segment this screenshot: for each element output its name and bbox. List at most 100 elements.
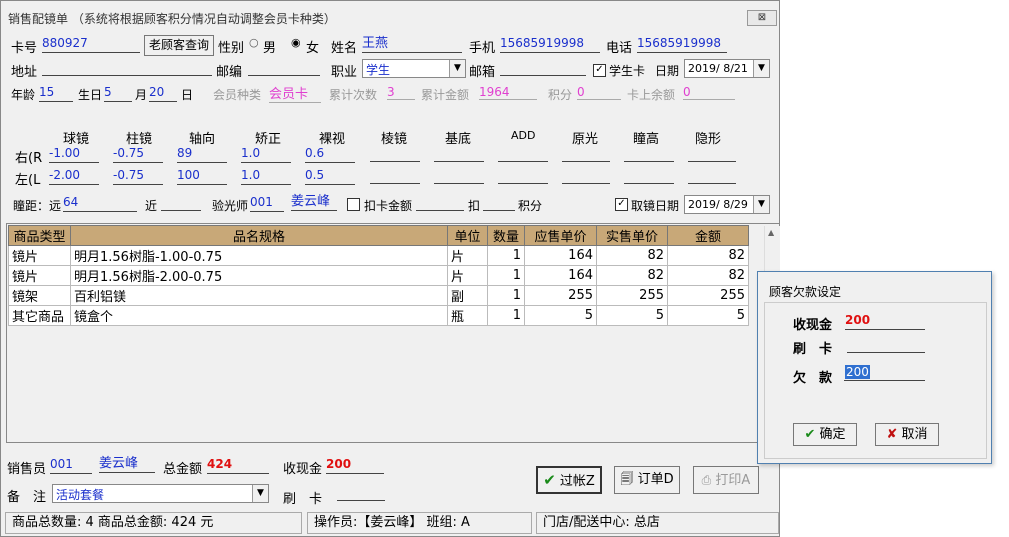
col-name[interactable]: 品名规格 — [70, 225, 448, 246]
table-cell[interactable]: 副 — [447, 285, 488, 306]
optometrist-name-field[interactable]: 姜云峰 — [291, 194, 337, 211]
right-base-field[interactable] — [434, 147, 484, 162]
card-pay-field[interactable] — [337, 486, 385, 501]
table-cell[interactable]: 255 — [667, 285, 749, 306]
col-qty[interactable]: 数量 — [487, 225, 525, 246]
table-row[interactable]: 镜片 明月1.56树脂-1.00-0.75 片 1 164 82 82 — [8, 245, 749, 266]
chevron-down-icon[interactable]: ▼ — [449, 60, 465, 77]
table-cell[interactable]: 瓶 — [447, 305, 488, 326]
left-contact-field[interactable] — [688, 169, 736, 184]
right-axis-field[interactable]: 89 — [177, 146, 227, 163]
card-no-field[interactable]: 880927 — [42, 36, 140, 53]
dialog-card-field[interactable] — [847, 338, 925, 353]
email-field[interactable] — [500, 61, 586, 76]
table-cell[interactable]: 镜盒个 — [70, 305, 448, 326]
chevron-down-icon[interactable]: ▼ — [252, 485, 268, 502]
scroll-up-icon[interactable]: ▲ — [768, 228, 774, 237]
right-prism-field[interactable] — [370, 147, 420, 162]
table-cell[interactable]: 82 — [596, 265, 668, 286]
right-pupil-height-field[interactable] — [624, 147, 674, 162]
table-cell[interactable]: 片 — [447, 245, 488, 266]
date-picker[interactable]: 2019/ 8/21 ▼ — [684, 59, 770, 78]
left-cyl-field[interactable]: -0.75 — [113, 168, 163, 185]
mobile-field[interactable]: 15685919998 — [500, 36, 600, 53]
phone-field[interactable]: 15685919998 — [637, 36, 727, 53]
left-axis-field[interactable]: 100 — [177, 168, 227, 185]
table-cell[interactable]: 5 — [596, 305, 668, 326]
seller-name-field[interactable]: 姜云峰 — [99, 456, 155, 473]
close-button[interactable]: ⊠ — [747, 10, 777, 26]
deduct-points-field[interactable] — [483, 196, 515, 211]
birth-day-field[interactable]: 20 — [149, 85, 177, 102]
radio-male[interactable]: ○ — [249, 36, 259, 49]
table-cell[interactable]: 明月1.56树脂-2.00-0.75 — [70, 265, 448, 286]
col-actual-price[interactable]: 实售单价 — [596, 225, 668, 246]
right-corrected-field[interactable]: 1.0 — [241, 146, 291, 163]
optometrist-code-field[interactable]: 001 — [250, 195, 284, 212]
col-unit[interactable]: 单位 — [447, 225, 488, 246]
left-add-field[interactable] — [498, 169, 548, 184]
table-cell[interactable]: 1 — [487, 245, 525, 266]
name-field[interactable]: 王燕 — [362, 36, 462, 53]
left-naked-field[interactable]: 0.5 — [305, 168, 355, 185]
col-list-price[interactable]: 应售单价 — [524, 225, 597, 246]
job-select[interactable]: 学生 ▼ — [362, 59, 466, 78]
chevron-down-icon[interactable]: ▼ — [753, 196, 769, 213]
table-cell[interactable]: 1 — [487, 265, 525, 286]
table-row[interactable]: 其它商品 镜盒个瓶 1 5 5 5 — [8, 305, 749, 326]
dialog-ok-button[interactable]: ✔ 确定 — [793, 423, 857, 446]
birth-month-field[interactable]: 5 — [104, 85, 132, 102]
table-cell[interactable]: 255 — [596, 285, 668, 306]
dialog-cash-field[interactable]: 200 — [845, 313, 925, 330]
order-button[interactable]: 🗐 订单D — [614, 466, 680, 494]
right-sph-field[interactable]: -1.00 — [49, 146, 99, 163]
note-select[interactable]: 活动套餐 ▼ — [52, 484, 269, 503]
print-button[interactable]: ⎙ 打印A — [693, 466, 759, 494]
age-field[interactable]: 15 — [39, 85, 73, 102]
cash-field[interactable]: 200 — [326, 457, 384, 474]
table-cell[interactable]: 镜架 — [8, 285, 71, 306]
col-amount[interactable]: 金额 — [667, 225, 749, 246]
chevron-down-icon[interactable]: ▼ — [753, 60, 769, 77]
table-cell[interactable]: 1 — [487, 285, 525, 306]
table-cell[interactable]: 镜片 — [8, 245, 71, 266]
post-button[interactable]: ✔ 过帐Z — [536, 466, 602, 494]
table-cell[interactable]: 164 — [524, 245, 597, 266]
left-original-field[interactable] — [562, 169, 610, 184]
left-pupil-height-field[interactable] — [624, 169, 674, 184]
table-cell[interactable]: 百利铝镁 — [70, 285, 448, 306]
table-cell[interactable]: 片 — [447, 265, 488, 286]
right-cyl-field[interactable]: -0.75 — [113, 146, 163, 163]
col-type[interactable]: 商品类型 — [8, 225, 71, 246]
address-field[interactable] — [42, 61, 212, 76]
table-cell[interactable]: 明月1.56树脂-1.00-0.75 — [70, 245, 448, 266]
pickup-date-picker[interactable]: 2019/ 8/29 ▼ — [684, 195, 770, 214]
deduct-card-checkbox[interactable] — [347, 198, 360, 211]
table-cell[interactable]: 82 — [667, 265, 749, 286]
left-sph-field[interactable]: -2.00 — [49, 168, 99, 185]
table-row[interactable]: 镜架 百利铝镁副 1 255 255 255 — [8, 285, 749, 306]
table-cell[interactable]: 82 — [667, 245, 749, 266]
left-corrected-field[interactable]: 1.0 — [241, 168, 291, 185]
table-cell[interactable]: 5 — [524, 305, 597, 326]
table-cell[interactable]: 82 — [596, 245, 668, 266]
table-cell[interactable]: 1 — [487, 305, 525, 326]
zip-field[interactable] — [248, 61, 320, 76]
left-prism-field[interactable] — [370, 169, 420, 184]
pd-near-field[interactable] — [161, 196, 201, 211]
dialog-cancel-button[interactable]: ✘ 取消 — [875, 423, 939, 446]
deduct-card-field[interactable] — [416, 196, 464, 211]
table-cell[interactable]: 164 — [524, 265, 597, 286]
right-add-field[interactable] — [498, 147, 548, 162]
left-base-field[interactable] — [434, 169, 484, 184]
right-naked-field[interactable]: 0.6 — [305, 146, 355, 163]
right-original-field[interactable] — [562, 147, 610, 162]
table-row[interactable]: 镜片 明月1.56树脂-2.00-0.75 片 1 164 82 82 — [8, 265, 749, 286]
radio-female[interactable]: ◉ — [291, 36, 301, 49]
seller-code-field[interactable]: 001 — [50, 457, 92, 474]
pd-far-field[interactable]: 64 — [63, 195, 137, 212]
table-cell[interactable]: 其它商品 — [8, 305, 71, 326]
old-customer-search-button[interactable]: 老顾客查询 — [144, 35, 214, 56]
pickup-date-checkbox[interactable]: ✓ — [615, 198, 628, 211]
student-card-checkbox[interactable]: ✓ — [593, 64, 606, 77]
